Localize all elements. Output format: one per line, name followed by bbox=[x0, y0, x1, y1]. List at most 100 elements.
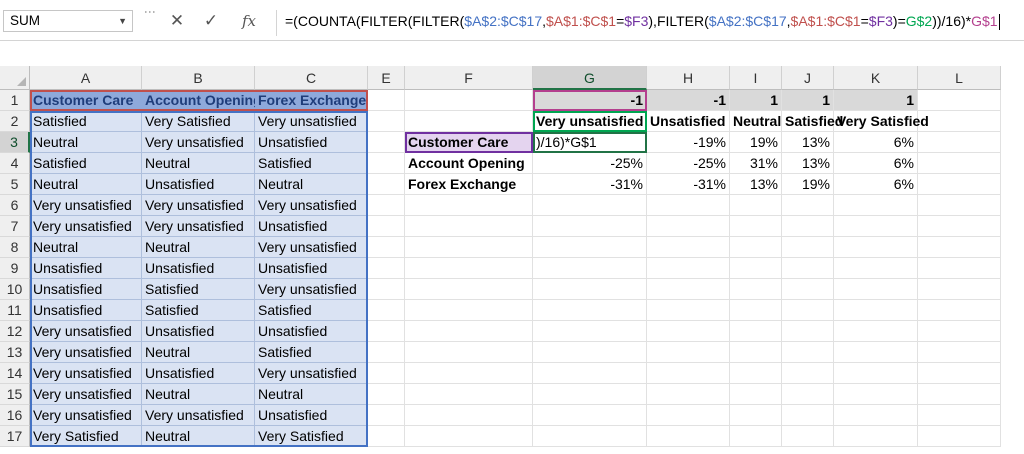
cell[interactable] bbox=[368, 405, 405, 426]
cell[interactable] bbox=[533, 258, 647, 279]
cell[interactable] bbox=[405, 300, 533, 321]
column-header-h[interactable]: H bbox=[647, 66, 730, 90]
weight-cell[interactable]: 1 bbox=[834, 90, 918, 111]
cell[interactable] bbox=[730, 279, 782, 300]
value-cell[interactable]: 6% bbox=[834, 132, 918, 153]
cell[interactable] bbox=[730, 342, 782, 363]
cell[interactable] bbox=[405, 321, 533, 342]
table-cell[interactable]: Neutral bbox=[30, 174, 142, 195]
cell[interactable] bbox=[405, 195, 533, 216]
cell[interactable] bbox=[368, 258, 405, 279]
row-header-11[interactable]: 11 bbox=[0, 300, 30, 321]
select-all-button[interactable] bbox=[0, 66, 30, 90]
cell[interactable] bbox=[918, 300, 1001, 321]
cell[interactable] bbox=[405, 363, 533, 384]
table-cell[interactable]: Neutral bbox=[142, 237, 255, 258]
table-cell[interactable]: Satisfied bbox=[30, 153, 142, 174]
cell[interactable] bbox=[647, 258, 730, 279]
cell[interactable] bbox=[368, 342, 405, 363]
cell[interactable] bbox=[533, 321, 647, 342]
table-cell[interactable]: Satisfied bbox=[255, 342, 368, 363]
cell[interactable] bbox=[647, 195, 730, 216]
table-cell[interactable]: Very Satisfied bbox=[30, 426, 142, 447]
table-cell[interactable]: Very unsatisfied bbox=[255, 111, 368, 132]
cancel-icon[interactable]: ✕ bbox=[162, 10, 192, 32]
cell[interactable] bbox=[368, 300, 405, 321]
cell[interactable] bbox=[647, 342, 730, 363]
cell[interactable] bbox=[533, 426, 647, 447]
cell[interactable] bbox=[782, 216, 834, 237]
cell[interactable] bbox=[834, 384, 918, 405]
cell[interactable] bbox=[834, 300, 918, 321]
chevron-down-icon[interactable]: ▼ bbox=[118, 11, 127, 31]
cell[interactable] bbox=[918, 363, 1001, 384]
cell[interactable] bbox=[533, 342, 647, 363]
value-cell[interactable]: 6% bbox=[834, 153, 918, 174]
cell[interactable] bbox=[647, 363, 730, 384]
table-cell[interactable]: Very unsatisfied bbox=[30, 342, 142, 363]
table-cell[interactable]: Neutral bbox=[255, 384, 368, 405]
value-cell[interactable]: 31% bbox=[730, 153, 782, 174]
cell[interactable] bbox=[918, 321, 1001, 342]
row-label-cell[interactable]: Customer Care bbox=[405, 132, 533, 153]
row-header-8[interactable]: 8 bbox=[0, 237, 30, 258]
cell[interactable] bbox=[834, 426, 918, 447]
row-header-16[interactable]: 16 bbox=[0, 405, 30, 426]
cell[interactable] bbox=[647, 384, 730, 405]
table-cell[interactable]: Very unsatisfied bbox=[142, 195, 255, 216]
column-header-e[interactable]: E bbox=[368, 66, 405, 90]
cell[interactable] bbox=[782, 279, 834, 300]
table-cell[interactable]: Very unsatisfied bbox=[255, 363, 368, 384]
cell[interactable] bbox=[405, 426, 533, 447]
cell[interactable] bbox=[405, 90, 533, 111]
cell[interactable] bbox=[782, 321, 834, 342]
cell[interactable] bbox=[647, 321, 730, 342]
cell[interactable] bbox=[918, 216, 1001, 237]
value-cell[interactable]: 19% bbox=[782, 174, 834, 195]
table-cell[interactable]: Very unsatisfied bbox=[142, 132, 255, 153]
cell[interactable] bbox=[368, 279, 405, 300]
value-cell[interactable]: 13% bbox=[782, 132, 834, 153]
cell[interactable] bbox=[918, 174, 1001, 195]
value-cell[interactable]: -31% bbox=[647, 174, 730, 195]
cell[interactable] bbox=[533, 300, 647, 321]
cell[interactable] bbox=[368, 216, 405, 237]
cell[interactable] bbox=[834, 279, 918, 300]
table-header-cell[interactable]: Customer Care bbox=[30, 90, 142, 111]
cell[interactable] bbox=[782, 363, 834, 384]
row-header-2[interactable]: 2 bbox=[0, 111, 30, 132]
cell[interactable] bbox=[405, 216, 533, 237]
cell[interactable] bbox=[405, 237, 533, 258]
cell[interactable] bbox=[782, 258, 834, 279]
cell[interactable] bbox=[834, 342, 918, 363]
row-label-cell[interactable]: Account Opening bbox=[405, 153, 533, 174]
more-options-icon[interactable]: ⋮ bbox=[143, 6, 157, 19]
row-header-9[interactable]: 9 bbox=[0, 258, 30, 279]
cell[interactable] bbox=[834, 405, 918, 426]
cell[interactable] bbox=[730, 384, 782, 405]
weight-cell[interactable]: -1 bbox=[647, 90, 730, 111]
cell[interactable] bbox=[647, 426, 730, 447]
table-cell[interactable]: Unsatisfied bbox=[30, 300, 142, 321]
column-header-k[interactable]: K bbox=[834, 66, 918, 90]
cell[interactable] bbox=[782, 405, 834, 426]
cell[interactable] bbox=[533, 195, 647, 216]
table-cell[interactable]: Satisfied bbox=[142, 279, 255, 300]
cell[interactable] bbox=[730, 363, 782, 384]
cell[interactable] bbox=[368, 426, 405, 447]
cell[interactable] bbox=[918, 132, 1001, 153]
table-cell[interactable]: Very unsatisfied bbox=[30, 321, 142, 342]
value-cell[interactable]: -25% bbox=[647, 153, 730, 174]
table-cell[interactable]: Neutral bbox=[142, 153, 255, 174]
table-cell[interactable]: Neutral bbox=[30, 237, 142, 258]
cell[interactable] bbox=[834, 216, 918, 237]
cell[interactable] bbox=[730, 216, 782, 237]
cell[interactable] bbox=[782, 342, 834, 363]
cell[interactable] bbox=[405, 258, 533, 279]
table-cell[interactable]: Unsatisfied bbox=[255, 258, 368, 279]
name-box[interactable]: SUM ▼ bbox=[3, 10, 133, 32]
row-header-12[interactable]: 12 bbox=[0, 321, 30, 342]
table-cell[interactable]: Satisfied bbox=[30, 111, 142, 132]
table-cell[interactable]: Very unsatisfied bbox=[142, 216, 255, 237]
cell[interactable] bbox=[918, 405, 1001, 426]
